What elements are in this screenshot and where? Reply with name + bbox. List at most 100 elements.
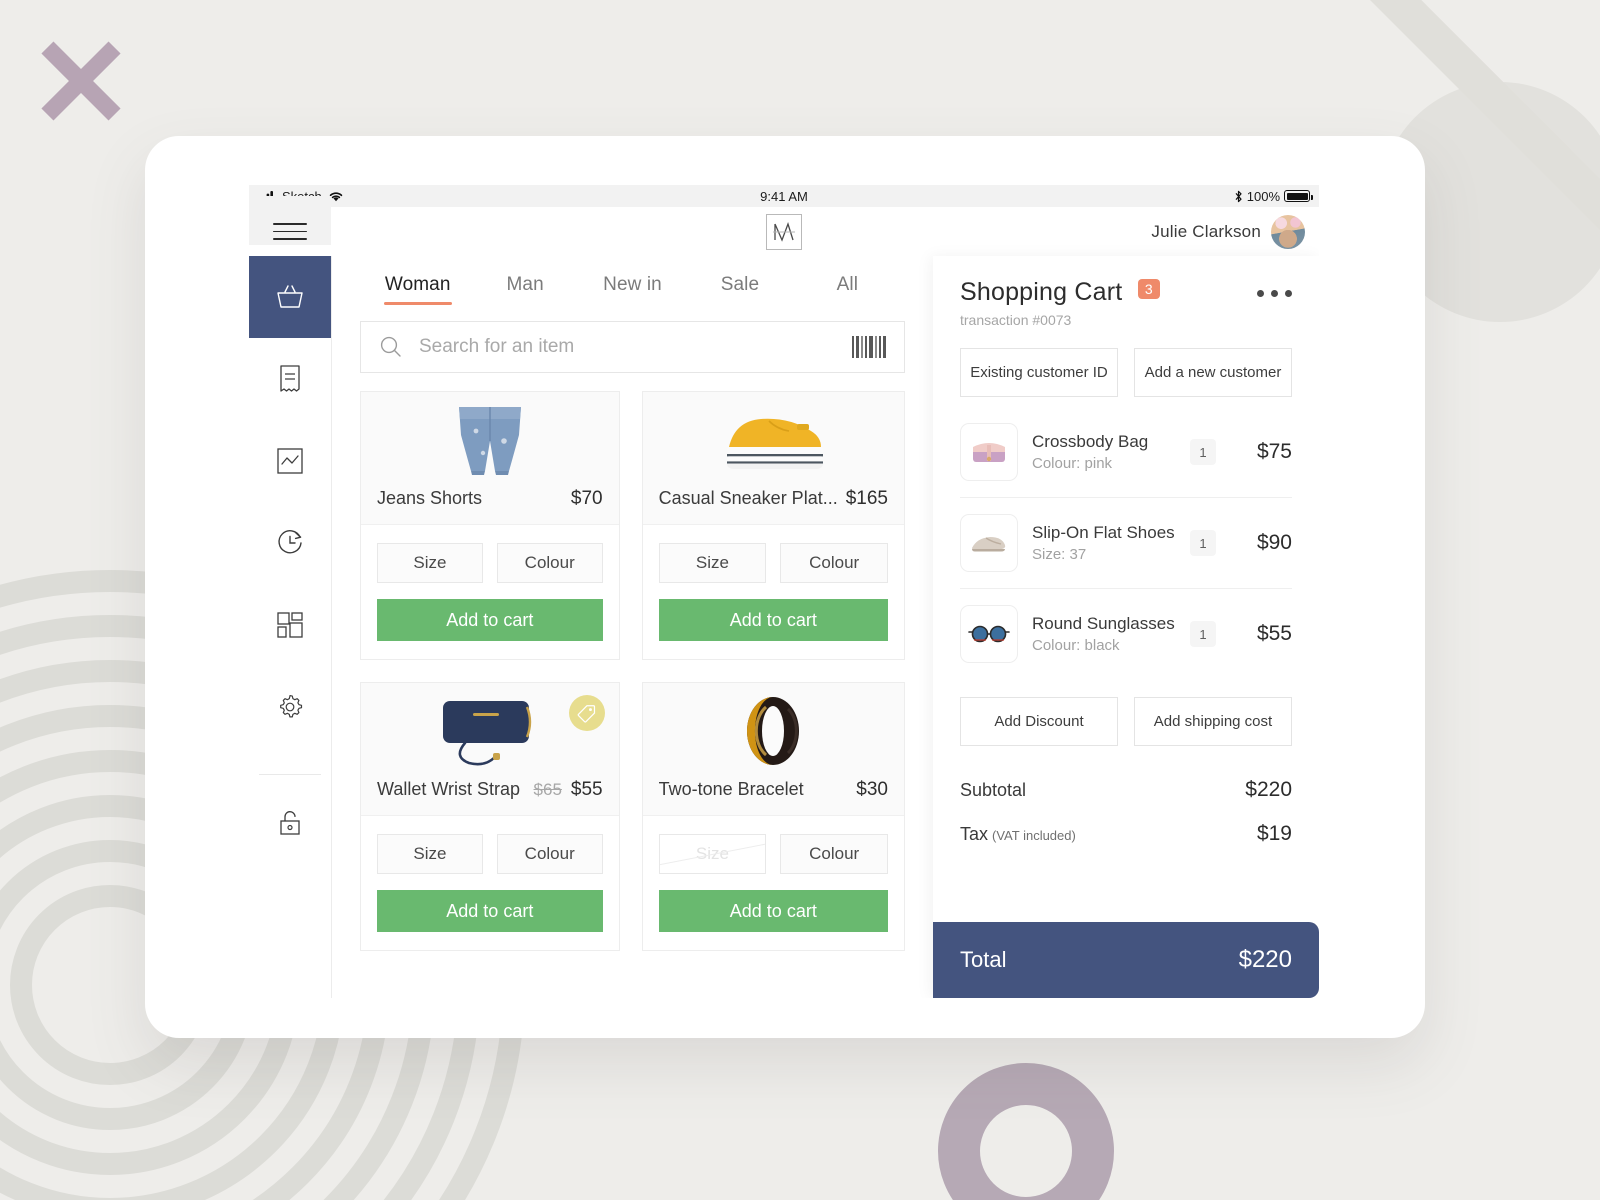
product-name: Wallet Wrist Strap: [377, 779, 521, 799]
hamburger-menu-icon: [273, 223, 307, 240]
add-discount-button[interactable]: Add Discount: [960, 697, 1118, 746]
cart-extra-actions: Add Discount Add shipping cost: [960, 697, 1292, 746]
search-input[interactable]: [419, 336, 836, 358]
sidebar-item-apps[interactable]: [249, 584, 331, 666]
add-shipping-cost-button[interactable]: Add shipping cost: [1134, 697, 1292, 746]
avatar: [1271, 214, 1305, 249]
tab-man[interactable]: Man: [471, 274, 578, 305]
sidebar-item-cart[interactable]: [249, 256, 331, 338]
size-selector[interactable]: Size: [377, 834, 483, 874]
colour-selector[interactable]: Colour: [780, 543, 889, 583]
price-tag-icon: [577, 704, 596, 723]
product-name: Casual Sneaker Plat...: [658, 488, 838, 508]
cart-item-attribute: Size: 37: [1032, 546, 1087, 563]
app-top-bar: Julie Clarkson: [249, 196, 1319, 256]
sale-tag-badge: [568, 695, 605, 731]
cart-item-info: Crossbody Bag Colour: pink: [1032, 432, 1176, 472]
cart-item-list: Crossbody Bag Colour: pink 1 $75 Slip-On…: [960, 407, 1292, 679]
product-old-price: $65: [533, 780, 562, 799]
total-value: $220: [1238, 946, 1292, 973]
status-bar: Sketch 9:41 AM 100%: [249, 185, 1319, 207]
product-options: Size Colour: [643, 816, 904, 874]
list-item[interactable]: Round Sunglasses Colour: black 1 $55: [960, 589, 1292, 679]
cart-header: Shopping Cart 3 transaction #0073: [960, 278, 1292, 328]
cross-decoration-icon: [41, 41, 121, 121]
tab-new-in[interactable]: New in: [579, 274, 686, 305]
size-selector[interactable]: Size: [658, 543, 767, 583]
sidebar-item-settings[interactable]: [249, 666, 331, 748]
product-price-group: $65 $55: [534, 779, 603, 801]
colour-selector[interactable]: Colour: [496, 543, 603, 583]
cart-item-quantity[interactable]: 1: [1190, 439, 1216, 465]
tax-label: Tax: [960, 824, 989, 844]
list-item[interactable]: Slip-On Flat Shoes Size: 37 1 $90: [960, 498, 1292, 589]
product-price: $165: [845, 488, 888, 509]
size-selector[interactable]: Size: [377, 543, 483, 583]
list-item[interactable]: Crossbody Bag Colour: pink 1 $75: [960, 407, 1292, 498]
product-options: Size Colour: [643, 525, 904, 583]
product-meta: Casual Sneaker Plat... $165: [642, 488, 904, 525]
app-body: Woman Man New in Sale All Search for an …: [249, 256, 1319, 998]
subtotal-label: Subtotal: [960, 780, 1027, 800]
battery-icon: [1284, 190, 1313, 202]
beige-flat-shoe-thumb: [972, 537, 1006, 552]
add-to-cart-button[interactable]: Add to cart: [658, 599, 888, 641]
cart-item-name: Round Sunglasses: [1032, 614, 1175, 633]
add-to-cart-button[interactable]: Add to cart: [377, 599, 603, 641]
cart-item-attribute: Colour: black: [1032, 637, 1120, 654]
tax-value: $19: [1256, 822, 1292, 845]
size-selector-disabled: Size: [658, 834, 767, 874]
product-meta: Jeans Shorts $70: [361, 488, 619, 525]
product-card[interactable]: Jeans Shorts $70 Size Colour Add to cart: [360, 391, 620, 660]
user-name-label: Julie Clarkson: [1151, 221, 1261, 241]
cart-item-quantity[interactable]: 1: [1190, 530, 1216, 556]
total-label: Total: [960, 947, 1007, 972]
cart-item-price: $55: [1256, 622, 1292, 645]
cart-count-badge: 3: [1137, 279, 1160, 299]
page-title: Shopping Cart: [960, 278, 1123, 306]
product-price: $55: [570, 779, 603, 800]
sidebar-item-lock[interactable]: [249, 781, 331, 863]
tab-woman[interactable]: Woman: [364, 274, 471, 305]
cart-item-attribute: Colour: pink: [1032, 455, 1113, 472]
menu-button[interactable]: [249, 196, 331, 245]
product-options: Size Colour: [361, 816, 619, 874]
product-card[interactable]: Casual Sneaker Plat... $165 Size Colour …: [641, 391, 905, 660]
pos-app-screen: Sketch 9:41 AM 100%: [249, 185, 1319, 998]
total-bar[interactable]: Total $220: [933, 922, 1319, 998]
chart-line-icon: [277, 448, 303, 474]
cart-item-info: Slip-On Flat Shoes Size: 37: [1032, 523, 1176, 563]
cart-item-price: $75: [1256, 440, 1292, 463]
sidebar-item-history[interactable]: [249, 502, 331, 584]
more-options-icon[interactable]: [1257, 278, 1292, 297]
colour-selector[interactable]: Colour: [496, 834, 603, 874]
add-new-customer-button[interactable]: Add a new customer: [1134, 348, 1292, 397]
cart-item-quantity[interactable]: 1: [1190, 621, 1216, 647]
product-meta: Two-tone Bracelet $30: [642, 779, 904, 816]
existing-customer-button[interactable]: Existing customer ID: [960, 348, 1118, 397]
cart-totals: Subtotal $220 Tax (VAT included) $19: [960, 772, 1292, 860]
product-price-group: $30: [856, 779, 888, 801]
barcode-scan-icon[interactable]: [851, 336, 886, 358]
sidebar-item-receipts[interactable]: [249, 338, 331, 420]
tab-all[interactable]: All: [794, 274, 901, 305]
product-meta: Wallet Wrist Strap $65 $55: [361, 779, 619, 816]
product-card[interactable]: Wallet Wrist Strap $65 $55 Size Colour A…: [360, 682, 620, 951]
tab-sale[interactable]: Sale: [686, 274, 793, 305]
sidebar-item-analytics[interactable]: [249, 420, 331, 502]
colour-selector[interactable]: Colour: [780, 834, 889, 874]
search-icon: [380, 336, 401, 357]
add-to-cart-button[interactable]: Add to cart: [377, 890, 603, 932]
product-price-group: $70: [571, 488, 603, 510]
product-options: Size Colour: [361, 525, 619, 583]
tax-row: Tax (VAT included) $19: [960, 816, 1292, 860]
amber-bracelet-image: [747, 697, 800, 765]
add-to-cart-button[interactable]: Add to cart: [658, 890, 888, 932]
product-image: [361, 392, 619, 488]
user-account[interactable]: Julie Clarkson: [1151, 214, 1319, 249]
transaction-id: transaction #0073: [960, 312, 1072, 328]
product-card[interactable]: Two-tone Bracelet $30 Size Colour Add to…: [641, 682, 905, 951]
shopping-cart-panel: Shopping Cart 3 transaction #0073 Existi…: [933, 256, 1319, 998]
status-bar-time: 9:41 AM: [760, 188, 808, 204]
device-card: Sketch 9:41 AM 100%: [145, 136, 1425, 1038]
